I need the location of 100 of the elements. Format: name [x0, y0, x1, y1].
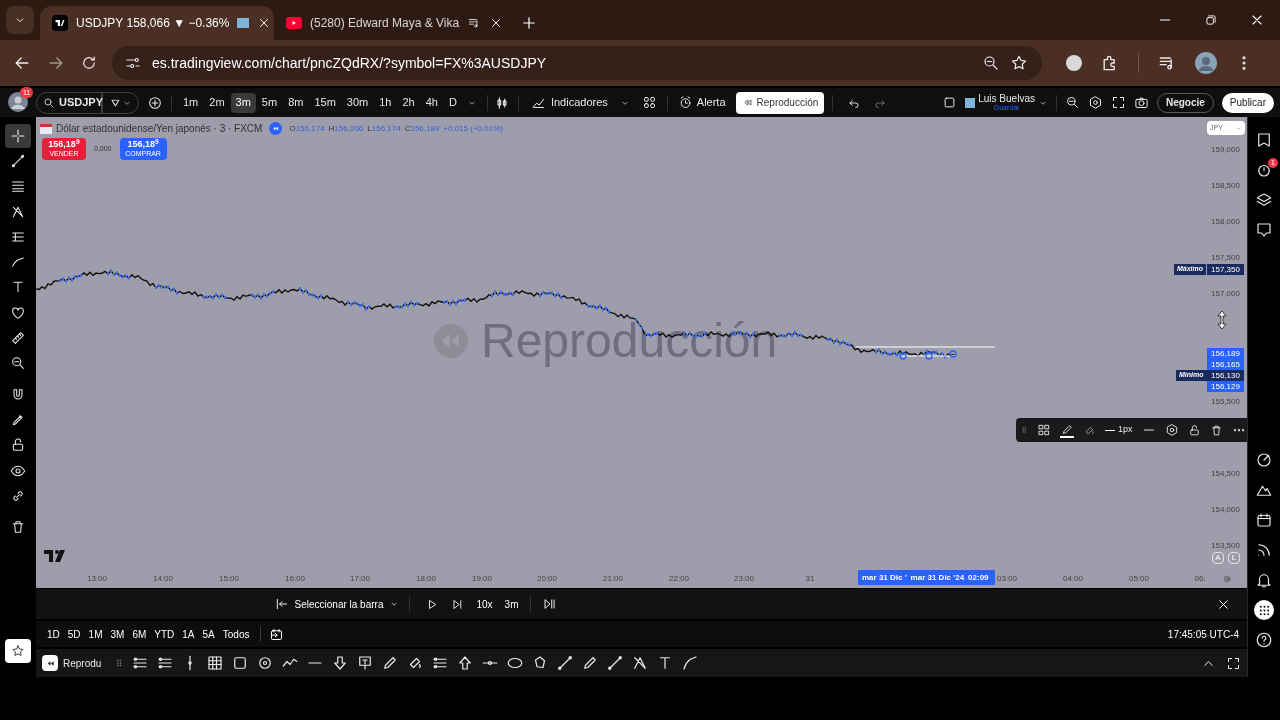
interval-button[interactable]: 3m: [230, 92, 256, 113]
zoom-out-icon[interactable]: [982, 54, 1000, 72]
alert-button[interactable]: Alerta: [673, 94, 730, 111]
replay-panel-button[interactable]: Reprodu: [42, 655, 108, 672]
settings-icon[interactable]: [1164, 423, 1179, 437]
interval-button[interactable]: 15m: [309, 92, 341, 113]
interval-button[interactable]: 5m: [256, 92, 283, 113]
time-label: 02:09: [968, 571, 989, 584]
range-button[interactable]: 5D: [64, 626, 84, 642]
tradingview-logo-icon: [52, 15, 68, 31]
go-to-date-icon[interactable]: [269, 626, 285, 642]
add-symbol-icon[interactable]: [147, 94, 163, 111]
horizontal-line[interactable]: [855, 346, 996, 360]
interval-button[interactable]: 2h: [397, 92, 420, 113]
calendar-icon[interactable]: [1255, 511, 1273, 529]
browser-tab[interactable]: USDJPY 158,066 ▼ −0.36%: [40, 6, 274, 40]
time-tick: 06:: [1194, 573, 1206, 585]
indicators-button[interactable]: Indicadores: [526, 94, 612, 111]
interval-button[interactable]: D: [443, 92, 462, 113]
browser-tab[interactable]: (5280) Edward Maya & Vika: [274, 6, 508, 40]
help-icon[interactable]: [1255, 631, 1273, 649]
speed-button[interactable]: 10x: [476, 596, 493, 612]
layers-icon[interactable]: [1255, 191, 1273, 209]
interval-button[interactable]: 8m: [283, 92, 309, 113]
tradingview-logo[interactable]: [44, 550, 66, 562]
range-button[interactable]: 1A: [179, 626, 198, 642]
interval-button[interactable]: 1m: [178, 92, 204, 113]
profile-avatar[interactable]: [1195, 52, 1217, 74]
time-tick: 05:00: [1129, 573, 1149, 585]
price-tick: 153,500: [1211, 540, 1240, 552]
time-tick: 14:00: [153, 573, 173, 585]
bookmark-star-icon[interactable]: [1010, 54, 1028, 72]
interval-button[interactable]: 4h: [420, 92, 443, 113]
tab-title: (5280) Edward Maya & Vika: [310, 15, 460, 32]
favorites-button[interactable]: [5, 639, 31, 663]
line-width-button[interactable]: 1px: [1105, 423, 1133, 437]
interval-button[interactable]: 1h: [374, 92, 397, 113]
user-avatar[interactable]: [8, 91, 28, 112]
ray-icon[interactable]: [606, 654, 625, 673]
address-bar[interactable]: es.tradingview.com/chart/pncZQdRX/?symbol=FX%3AUSDJPY: [112, 46, 1042, 80]
range-button[interactable]: 6M: [129, 626, 150, 642]
flag-icon: [237, 18, 250, 28]
search-icon: [43, 96, 55, 109]
select-bar-dropdown[interactable]: Seleccionar la barra: [274, 596, 400, 612]
replay-button[interactable]: Reproducción: [735, 91, 825, 114]
templates-icon[interactable]: [1037, 423, 1051, 437]
interval-button[interactable]: 2m: [204, 92, 230, 113]
fullscreen-icon[interactable]: [1110, 95, 1126, 110]
rewind-icon: [741, 97, 753, 108]
price-tick: 154,000: [1211, 504, 1240, 516]
notifications-icon[interactable]: [1255, 571, 1273, 589]
new-tab-icon[interactable]: [520, 14, 538, 32]
ruler-icon[interactable]: [10, 330, 26, 346]
range-button[interactable]: Todos: [219, 626, 253, 642]
heart-icon[interactable]: [10, 304, 26, 321]
tab-title: USDJPY 158,066 ▼ −0.36%: [76, 15, 230, 32]
lock-icon[interactable]: [1187, 423, 1201, 437]
flag-icon: [965, 97, 976, 108]
trend-line-icon[interactable]: [556, 654, 575, 673]
time-tick: 17:00: [350, 573, 370, 585]
range-button[interactable]: 1D: [44, 626, 63, 642]
crosshair-tool[interactable]: [5, 123, 31, 148]
time-tick: 16:00: [285, 573, 305, 585]
range-button[interactable]: YTD: [151, 626, 178, 642]
range-button[interactable]: 1M: [85, 626, 106, 642]
reload-icon[interactable]: [80, 54, 98, 72]
ohlc-value: H156,206: [328, 122, 364, 135]
line-color-button[interactable]: [1060, 422, 1074, 438]
time-label: mar 31 Dic ': [862, 571, 907, 584]
radar-icon[interactable]: [1255, 451, 1273, 469]
layout-icon[interactable]: [942, 95, 958, 110]
news-icon[interactable]: [1255, 541, 1273, 559]
camera-icon[interactable]: [1133, 95, 1149, 110]
extension-icon[interactable]: [1066, 55, 1082, 71]
chat-icon[interactable]: [1255, 221, 1273, 239]
price-label: 156,189: [1207, 348, 1244, 359]
range-button[interactable]: 3M: [107, 626, 128, 642]
jump-to-realtime-icon[interactable]: [543, 597, 558, 612]
quick-search-icon[interactable]: [1064, 95, 1080, 110]
interval-button[interactable]: 3m: [504, 596, 519, 612]
price-tick: 158,500: [1211, 180, 1240, 192]
magnet-icon[interactable]: [10, 386, 26, 403]
time-tick: 21:00: [603, 573, 623, 585]
trash-icon[interactable]: [1209, 423, 1223, 437]
publish-button[interactable]: Publicar: [1221, 92, 1274, 113]
templates-icon[interactable]: [641, 95, 657, 110]
range-button[interactable]: 5A: [199, 626, 218, 642]
gann-grid-icon[interactable]: [206, 654, 225, 673]
watchlist-icon[interactable]: [1255, 131, 1273, 149]
video-logo-icon: [286, 17, 302, 29]
trash-icon[interactable]: [10, 519, 26, 536]
apps-icon[interactable]: [1254, 600, 1274, 620]
lock-icon[interactable]: [10, 437, 26, 454]
restore-icon[interactable]: [1204, 13, 1218, 27]
trend-line-icon[interactable]: [10, 152, 26, 169]
horizontal-lines-icon[interactable]: [10, 178, 26, 195]
interval-button[interactable]: 30m: [341, 92, 374, 113]
maximize-icon[interactable]: [1226, 655, 1241, 671]
ohlc-value: O156,174: [289, 122, 325, 135]
settings-icon[interactable]: [1087, 95, 1103, 110]
